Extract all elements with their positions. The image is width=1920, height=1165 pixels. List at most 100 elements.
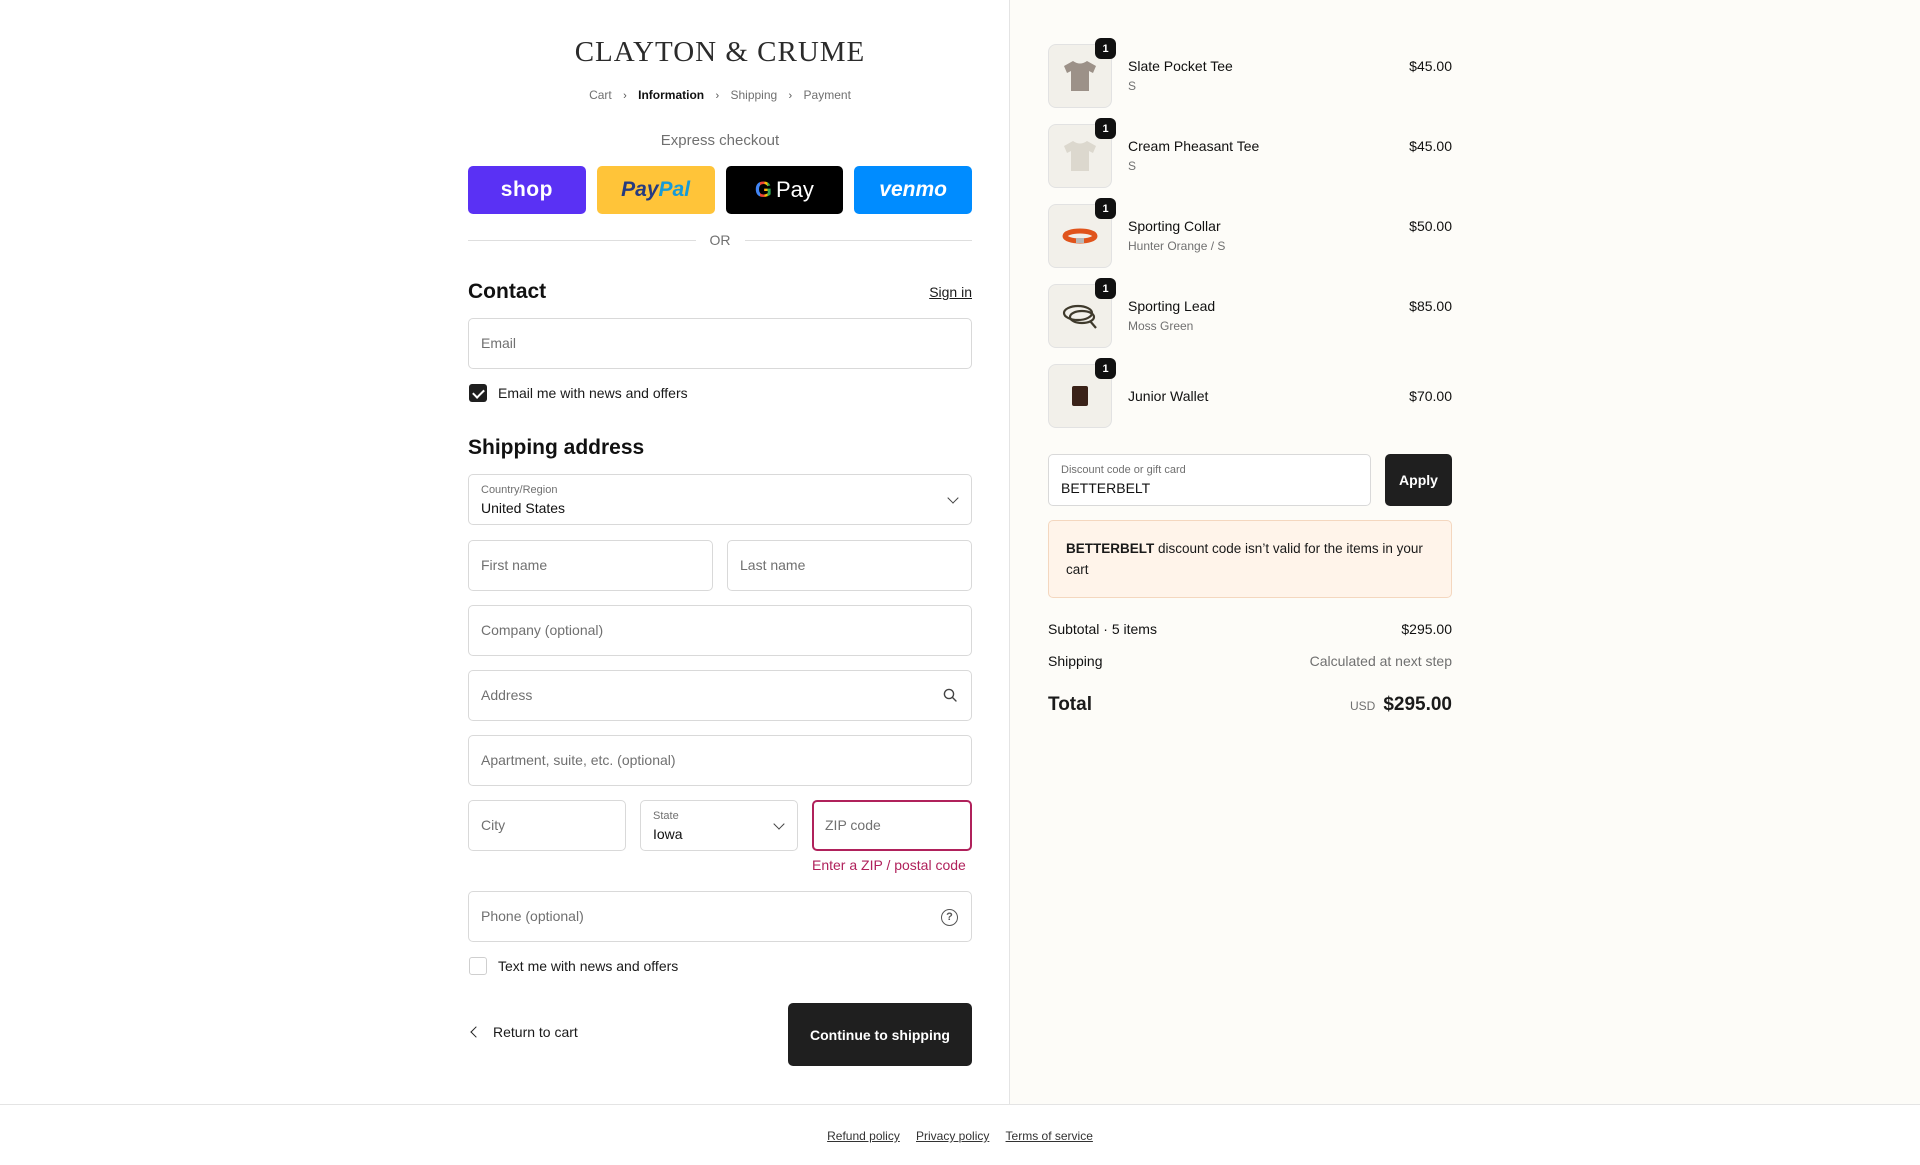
country-label: Country/Region	[481, 484, 558, 496]
venmo-logo: venmo	[879, 178, 947, 201]
email-newsletter-label: Email me with news and offers	[498, 385, 688, 401]
subtotal-label: Subtotal · 5 items	[1048, 621, 1157, 637]
product-variant: S	[1128, 79, 1137, 93]
discount-code-label: Discount code or gift card	[1061, 464, 1186, 476]
terms-of-service-link[interactable]: Terms of service	[1006, 1129, 1093, 1143]
return-to-cart-label: Return to cart	[493, 1024, 578, 1040]
city-placeholder: City	[481, 817, 506, 833]
lead-icon	[1062, 304, 1097, 329]
shipping-row: Shipping Calculated at next step	[1048, 653, 1452, 669]
contact-heading: Contact	[468, 280, 547, 303]
refund-policy-link[interactable]: Refund policy	[827, 1129, 900, 1143]
express-checkout-label: Express checkout	[660, 132, 780, 149]
product-variant: Moss Green	[1128, 319, 1194, 333]
apply-discount-button[interactable]: Apply	[1385, 454, 1452, 506]
zip-error-message: Enter a ZIP / postal code	[812, 857, 966, 873]
product-price: $50.00	[1409, 218, 1452, 234]
state-select[interactable]: State Iowa	[640, 800, 798, 851]
venmo-button[interactable]: venmo	[854, 166, 972, 214]
or-divider: OR	[468, 232, 972, 248]
order-item: 1 Junior Wallet $70.00	[1048, 358, 1452, 428]
product-price: $70.00	[1409, 388, 1452, 404]
email-field[interactable]: Email	[468, 318, 972, 369]
quantity-badge: 1	[1095, 118, 1116, 139]
tshirt-icon	[1064, 61, 1096, 91]
divider-line	[744, 239, 972, 241]
policy-footer: Refund policy Privacy policy Terms of se…	[0, 1104, 1920, 1165]
company-field[interactable]: Company (optional)	[468, 605, 972, 656]
shipping-value: Calculated at next step	[1309, 653, 1452, 669]
paypal-button[interactable]: Pay Pal	[596, 166, 715, 214]
tshirt-icon	[1064, 141, 1096, 171]
checkbox-unchecked-icon[interactable]	[469, 957, 487, 975]
phone-placeholder: Phone (optional)	[481, 908, 584, 924]
paypal-logo-part2: Pal	[658, 178, 691, 201]
country-select[interactable]: Country/Region United States	[468, 474, 972, 525]
product-price: $45.00	[1409, 58, 1452, 74]
product-variant: Hunter Orange / S	[1128, 239, 1226, 253]
company-placeholder: Company (optional)	[481, 622, 604, 638]
search-icon[interactable]	[943, 688, 957, 702]
sms-newsletter-checkbox[interactable]: Text me with news and offers	[469, 957, 678, 975]
apartment-placeholder: Apartment, suite, etc. (optional)	[481, 752, 676, 768]
paypal-logo-part1: Pay	[621, 178, 659, 201]
total-value: $295.00	[1383, 694, 1452, 715]
product-name: Sporting Collar	[1128, 218, 1221, 234]
wallet-icon	[1072, 386, 1088, 406]
divider-line	[468, 239, 696, 241]
country-value: United States	[481, 500, 566, 516]
alert-discount-code: BETTERBELT	[1066, 541, 1155, 556]
total-row: Total USD $295.00	[1048, 694, 1452, 716]
breadcrumb-information: Information	[638, 88, 705, 102]
store-logo[interactable]: CLAYTON & CRUME	[468, 36, 972, 69]
chevron-right-icon: ›	[623, 90, 627, 102]
zip-code-field[interactable]: ZIP code	[812, 800, 972, 851]
quantity-badge: 1	[1095, 38, 1116, 59]
express-checkout-buttons: shop Pay Pal G Pay venmo	[468, 166, 972, 214]
return-to-cart-link[interactable]: Return to cart	[468, 1024, 578, 1040]
order-item: 1 Cream Pheasant Tee S $45.00	[1048, 118, 1452, 188]
quantity-badge: 1	[1095, 198, 1116, 219]
email-placeholder: Email	[481, 335, 517, 351]
privacy-policy-link[interactable]: Privacy policy	[916, 1129, 989, 1143]
breadcrumb: Cart › Information › Shipping › Payment	[468, 88, 972, 102]
sign-in-link[interactable]: Sign in	[900, 284, 972, 300]
last-name-placeholder: Last name	[740, 557, 806, 573]
chevron-down-icon	[947, 492, 959, 504]
quantity-badge: 1	[1095, 278, 1116, 299]
chevron-down-icon	[773, 818, 785, 830]
continue-to-shipping-button[interactable]: Continue to shipping	[788, 1003, 972, 1066]
subtotal-value: $295.00	[1401, 621, 1452, 637]
chevron-right-icon: ›	[788, 90, 793, 102]
product-price: $85.00	[1409, 298, 1452, 314]
help-icon[interactable]: ?	[941, 909, 958, 926]
address-field[interactable]: Address	[468, 670, 972, 721]
state-label: State	[653, 810, 679, 822]
quantity-badge: 1	[1095, 358, 1116, 379]
address-placeholder: Address	[481, 687, 533, 703]
product-name: Slate Pocket Tee	[1128, 58, 1233, 74]
phone-field[interactable]: Phone (optional) ?	[468, 891, 972, 942]
apartment-field[interactable]: Apartment, suite, etc. (optional)	[468, 735, 972, 786]
state-value: Iowa	[653, 826, 683, 842]
product-name: Cream Pheasant Tee	[1128, 138, 1260, 154]
discount-code-field[interactable]: Discount code or gift card BETTERBELT	[1048, 454, 1371, 506]
breadcrumb-cart[interactable]: Cart	[589, 88, 612, 102]
checkout-main: CLAYTON & CRUME Cart › Information › Shi…	[0, 0, 1009, 1104]
product-name: Sporting Lead	[1128, 298, 1216, 314]
first-name-field[interactable]: First name	[468, 540, 713, 591]
google-pay-button[interactable]: G Pay	[725, 166, 844, 214]
last-name-field[interactable]: Last name	[727, 540, 972, 591]
shipping-address-heading: Shipping address	[468, 436, 645, 459]
total-label: Total	[1048, 694, 1092, 715]
chevron-left-icon	[470, 1026, 482, 1038]
city-field[interactable]: City	[468, 800, 626, 851]
product-price: $45.00	[1409, 138, 1452, 154]
checkbox-checked-icon[interactable]	[469, 384, 487, 402]
discount-error-alert: BETTERBELT discount code isn’t valid for…	[1048, 520, 1452, 598]
product-variant: S	[1128, 159, 1137, 173]
shop-pay-button[interactable]: shop	[468, 166, 586, 214]
email-newsletter-checkbox[interactable]: Email me with news and offers	[469, 384, 688, 402]
collar-icon	[1062, 228, 1098, 244]
shipping-label: Shipping	[1048, 653, 1103, 669]
